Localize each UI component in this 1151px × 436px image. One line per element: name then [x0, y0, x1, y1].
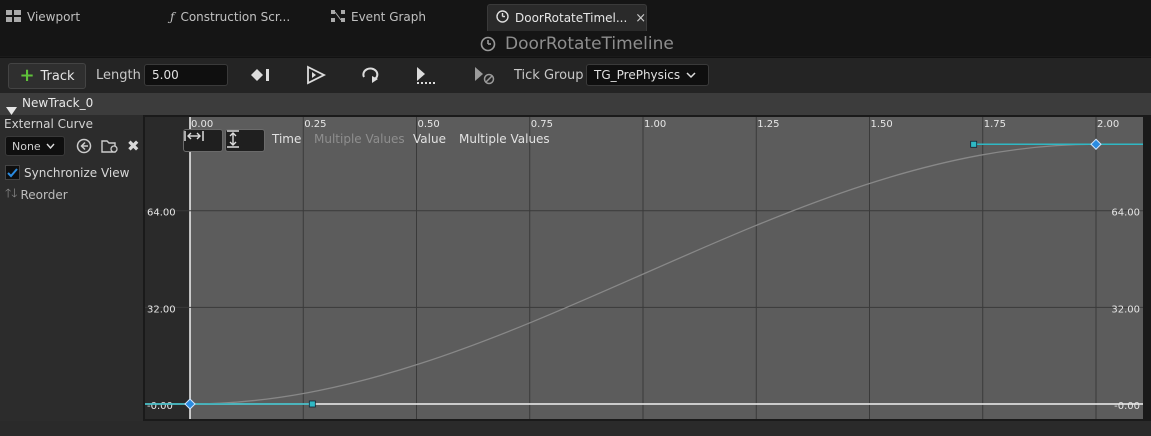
- tab-door-rotate-timeline[interactable]: DoorRotateTimel... ×: [487, 4, 647, 31]
- x-tick-label: 0.50: [418, 119, 440, 130]
- replicated-icon[interactable]: [415, 63, 439, 87]
- track-settings-panel: External Curve None ✖ Synchronize View 🡑…: [0, 115, 143, 421]
- chevron-down-icon: [46, 143, 55, 149]
- ignore-time-dilation-icon[interactable]: [472, 63, 496, 87]
- tick-group-value: TG_PrePhysics: [594, 68, 681, 82]
- event-graph-icon: [331, 9, 345, 25]
- clock-icon: [480, 36, 496, 52]
- browse-folder-icon[interactable]: [101, 138, 119, 158]
- timeline-toolbar: + Track Length 5.00 Tick Group TG_PrePhy…: [0, 57, 1151, 94]
- tab-construction-script[interactable]: ƒ Construction Scr...: [170, 4, 290, 30]
- y-tick-label-right: 64.00: [1111, 208, 1140, 219]
- checkbox-checked-icon: [5, 165, 20, 180]
- tangent-handle: [970, 140, 978, 148]
- value-value-field[interactable]: Multiple Values: [459, 132, 550, 146]
- loop-icon[interactable]: [360, 63, 384, 87]
- tab-label: Construction Scr...: [180, 10, 291, 24]
- x-tick-label: 0.75: [531, 119, 553, 130]
- fit-horizontal-icon: [184, 131, 204, 141]
- viewport-grid-icon: [6, 9, 21, 25]
- length-label: Length: [96, 67, 141, 83]
- synchronize-view-checkbox[interactable]: Synchronize View: [5, 165, 129, 180]
- reorder-handle[interactable]: 🡑🡓 Reorder: [5, 184, 68, 205]
- time-value-field[interactable]: Multiple Values: [314, 132, 405, 146]
- x-tick-label: 1.25: [757, 119, 779, 130]
- tab-viewport[interactable]: Viewport: [6, 4, 80, 30]
- x-tick-label: 2.00: [1097, 119, 1119, 130]
- zoom-to-fit-vertical-button[interactable]: [225, 129, 265, 152]
- x-tick-label: 1.00: [644, 119, 666, 130]
- asset-title: DoorRotateTimeline: [480, 34, 674, 54]
- curve-key[interactable]: [1090, 138, 1102, 150]
- tick-group-dropdown[interactable]: TG_PrePhysics: [586, 64, 709, 86]
- title-bar: DoorRotateTimeline: [0, 32, 1151, 56]
- external-curve-label: External Curve: [4, 117, 94, 131]
- add-key-icon[interactable]: [250, 63, 272, 87]
- track-header[interactable]: NewTrack_0: [0, 93, 1151, 115]
- curve-graph[interactable]: 0.00 0.25 0.50 0.75 1.00 1.25 1.50 1.75 2.00 64.0…: [144, 116, 1144, 420]
- tab-bar: Viewport ƒ Construction Scr... Event Gra…: [0, 0, 1151, 33]
- value-label: Value: [413, 132, 446, 146]
- length-input[interactable]: 5.00: [144, 64, 228, 86]
- time-label: Time: [272, 132, 302, 146]
- external-curve-value: None: [12, 139, 41, 153]
- tick-group-label: Tick Group: [514, 67, 584, 83]
- y-tick-label-left: 32.00: [147, 304, 176, 315]
- y-tick-label-left: -0.00: [147, 401, 173, 412]
- y-tick-label-right: -0.00: [1114, 401, 1140, 412]
- y-tick-label-left: 64.00: [147, 208, 176, 219]
- x-tick-label: 0.25: [304, 119, 326, 130]
- add-track-button[interactable]: + Track: [8, 63, 86, 89]
- tab-label: Event Graph: [351, 10, 426, 24]
- close-icon[interactable]: ×: [635, 11, 646, 26]
- track-name[interactable]: NewTrack_0: [22, 96, 93, 110]
- use-last-keyframe-icon[interactable]: [305, 63, 327, 87]
- tab-label: DoorRotateTimel...: [515, 11, 628, 25]
- function-icon: ƒ: [170, 10, 175, 24]
- pre-range-region: [145, 117, 190, 419]
- reorder-arrows-icon: 🡑🡓: [5, 186, 18, 200]
- external-curve-dropdown[interactable]: None: [5, 136, 65, 156]
- page-title: DoorRotateTimeline: [505, 34, 674, 54]
- plus-icon: +: [19, 65, 35, 86]
- clear-icon[interactable]: ✖: [127, 137, 140, 155]
- reorder-label: Reorder: [20, 187, 68, 202]
- chevron-down-icon: [686, 71, 696, 79]
- x-tick-label: 1.75: [984, 119, 1006, 130]
- add-track-label: Track: [40, 68, 75, 84]
- curve-canvas[interactable]: 0.00 0.25 0.50 0.75 1.00 1.25 1.50 1.75 2.0064.0…: [145, 117, 1143, 419]
- tab-label: Viewport: [27, 10, 81, 24]
- tangent-handle: [308, 400, 316, 408]
- tab-event-graph[interactable]: Event Graph: [331, 4, 426, 30]
- synchronize-view-label: Synchronize View: [24, 165, 130, 180]
- bottom-bar: [0, 421, 1151, 436]
- clock-icon: [496, 10, 509, 26]
- zoom-to-fit-horizontal-button[interactable]: [183, 129, 223, 152]
- y-tick-label-right: 32.00: [1111, 304, 1140, 315]
- use-selected-curve-icon[interactable]: [76, 138, 92, 158]
- fit-vertical-icon: [227, 130, 239, 148]
- x-tick-label: 1.50: [871, 119, 893, 130]
